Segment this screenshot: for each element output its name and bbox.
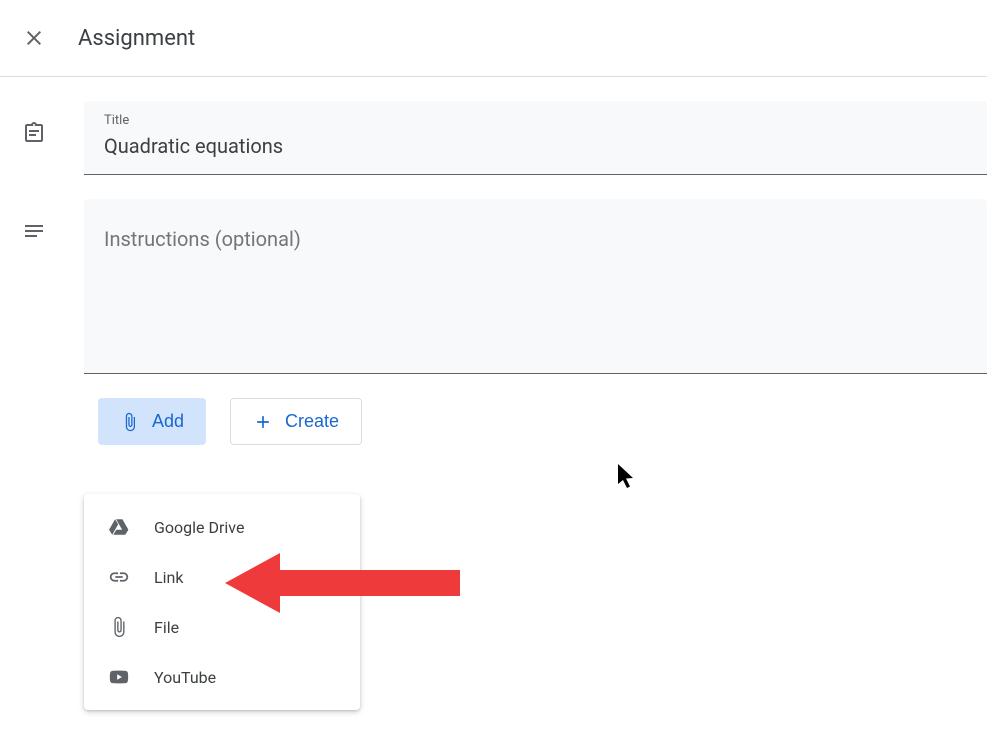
dropdown-item-label: Link <box>154 568 183 587</box>
attachment-icon <box>120 412 140 432</box>
title-input[interactable] <box>104 132 967 160</box>
add-button[interactable]: Add <box>98 398 206 445</box>
instructions-row <box>14 199 987 374</box>
file-icon <box>108 616 130 638</box>
dropdown-item-label: File <box>154 618 179 637</box>
assignment-icon <box>14 101 54 157</box>
cursor-icon <box>618 464 638 490</box>
dropdown-item-file[interactable]: File <box>84 602 360 652</box>
title-field-container[interactable]: Title <box>84 101 987 175</box>
content: Title Add Create <box>0 77 987 445</box>
dropdown-item-label: YouTube <box>154 668 216 687</box>
add-dropdown: Google Drive Link File YouTube <box>84 494 360 710</box>
buttons-row: Add Create <box>98 398 987 445</box>
google-drive-icon <box>108 516 130 538</box>
instructions-icon <box>14 199 54 255</box>
page-title: Assignment <box>78 26 195 51</box>
add-button-label: Add <box>152 411 184 432</box>
close-icon <box>22 26 46 50</box>
title-row: Title <box>14 101 987 175</box>
dropdown-item-label: Google Drive <box>154 518 244 537</box>
create-button[interactable]: Create <box>230 398 362 445</box>
plus-icon <box>253 412 273 432</box>
youtube-icon <box>108 666 130 688</box>
header: Assignment <box>0 0 987 77</box>
dropdown-item-youtube[interactable]: YouTube <box>84 652 360 702</box>
title-label: Title <box>104 113 967 128</box>
close-button[interactable] <box>14 18 54 58</box>
link-icon <box>108 566 130 588</box>
instructions-input[interactable] <box>104 227 967 275</box>
create-button-label: Create <box>285 411 339 432</box>
instructions-field-container[interactable] <box>84 199 987 374</box>
dropdown-item-link[interactable]: Link <box>84 552 360 602</box>
dropdown-item-google-drive[interactable]: Google Drive <box>84 502 360 552</box>
